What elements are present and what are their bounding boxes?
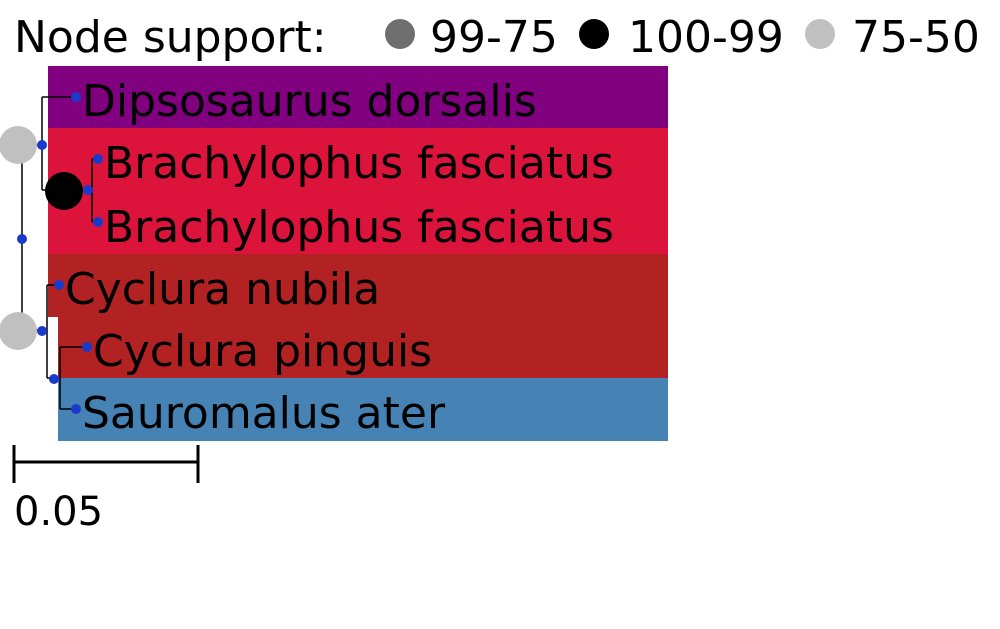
taxon-label-brachylophus-2: Brachylophus fasciatus (104, 202, 614, 253)
node-dot-dipsosaurus (71, 92, 81, 102)
node-dot-clade-b (37, 326, 47, 336)
support-circle-clade-b (0, 312, 37, 350)
taxon-label-dipsosaurus: Dipsosaurus dorsalis (82, 76, 537, 127)
legend-label-75-50: 75-50 (852, 12, 980, 63)
taxon-label-cyclura-pinguis: Cyclura pinguis (93, 326, 432, 377)
phylogenetic-tree: Node support: 99-75 100-99 75-50 Dipsosa… (0, 12, 980, 535)
support-circle-brachylophus (45, 172, 83, 210)
taxon-label-cyclura-nubila: Cyclura nubila (65, 264, 380, 315)
node-dot-clade-a (37, 140, 47, 150)
legend-title: Node support: (14, 12, 327, 63)
legend-swatch-100-99 (579, 19, 609, 49)
taxon-label-brachylophus-1: Brachylophus fasciatus (104, 138, 614, 189)
node-dot-cyclura-pinguis (82, 342, 92, 352)
node-dot-cyclura-nubila (54, 280, 64, 290)
node-dot-inner (49, 374, 59, 384)
node-dot-brachylophus-node (83, 185, 93, 195)
node-support-legend: Node support: 99-75 100-99 75-50 (14, 12, 980, 63)
node-dot-root (17, 234, 27, 244)
legend-label-100-99: 100-99 (628, 12, 784, 63)
node-dot-brachylophus-2 (93, 217, 103, 227)
node-dot-brachylophus-1 (93, 154, 103, 164)
support-circle-clade-a (0, 126, 37, 164)
taxon-label-sauromalus: Sauromalus ater (82, 388, 446, 439)
scale-bar-label: 0.05 (14, 489, 103, 535)
node-dot-sauromalus (71, 404, 81, 414)
legend-swatch-99-75 (385, 19, 415, 49)
legend-label-99-75: 99-75 (430, 12, 558, 63)
legend-swatch-75-50 (805, 19, 835, 49)
scale-bar (12, 445, 200, 483)
